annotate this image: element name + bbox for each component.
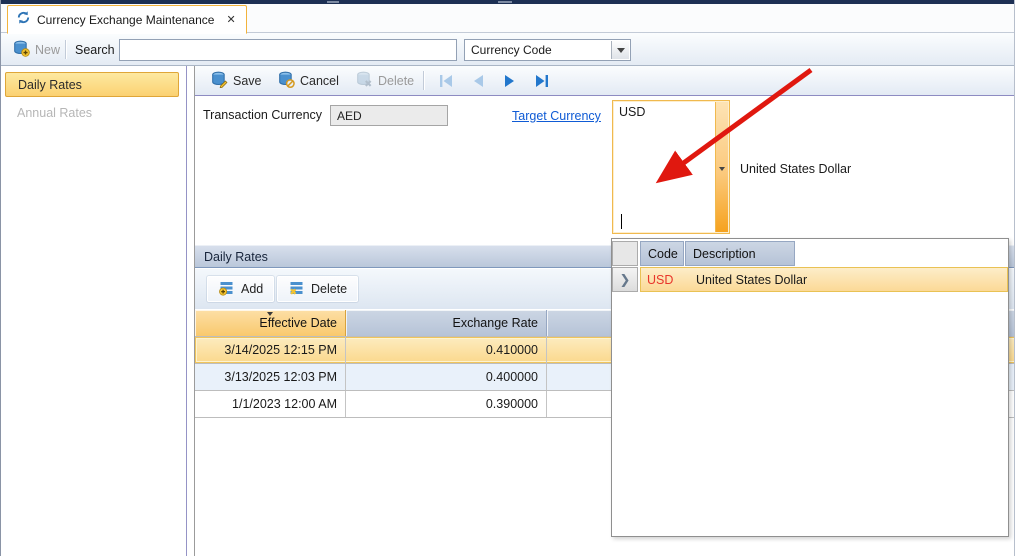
column-header-effective-date[interactable]: Effective Date bbox=[195, 310, 346, 336]
delete-button-label: Delete bbox=[311, 282, 347, 296]
search-label: Search bbox=[75, 43, 115, 57]
column-header-label: Code bbox=[648, 247, 678, 261]
popup-row-usd[interactable]: ❯ USD United States Dollar bbox=[612, 267, 1008, 292]
sidebar-item-annual-rates[interactable]: Annual Rates bbox=[5, 100, 179, 125]
effective-date-cell[interactable]: 3/14/2025 12:15 PM bbox=[195, 337, 346, 363]
sidebar-item-label: Daily Rates bbox=[18, 78, 82, 92]
popup-column-code[interactable]: Code bbox=[640, 241, 684, 266]
chevron-down-icon[interactable] bbox=[611, 41, 629, 59]
currency-code-cell[interactable]: USD bbox=[640, 273, 684, 287]
transaction-currency-value: AED bbox=[337, 109, 362, 123]
sidebar-item-daily-rates[interactable]: Daily Rates bbox=[5, 72, 179, 97]
column-header-label: Effective Date bbox=[259, 316, 337, 330]
add-row-button[interactable]: Add bbox=[207, 276, 274, 302]
sort-descending-icon bbox=[267, 312, 273, 316]
row-indicator-header bbox=[612, 241, 638, 266]
group-title: Daily Rates bbox=[204, 250, 268, 264]
cancel-button[interactable]: Cancel bbox=[272, 69, 345, 92]
sidebar: Daily Rates Annual Rates bbox=[1, 66, 187, 556]
target-currency-code: USD bbox=[619, 105, 645, 119]
effective-date-cell[interactable]: 3/13/2025 12:03 PM bbox=[195, 364, 346, 390]
save-button-label: Save bbox=[233, 74, 262, 88]
tab-close-icon[interactable]: ✕ bbox=[226, 13, 235, 26]
nav-last-button[interactable] bbox=[529, 70, 555, 92]
grid-delete-icon bbox=[288, 280, 305, 299]
currency-dropdown-popup: Code Description ❯ USD United States Dol… bbox=[611, 238, 1009, 537]
exchange-rate-cell[interactable]: 0.390000 bbox=[346, 391, 547, 417]
save-button[interactable]: Save bbox=[205, 69, 268, 92]
delete-button-label: Delete bbox=[378, 74, 414, 88]
transaction-currency-label: Transaction Currency bbox=[203, 108, 322, 122]
delete-button[interactable]: Delete bbox=[350, 69, 420, 92]
chevron-down-icon bbox=[719, 167, 725, 171]
column-header-exchange-rate[interactable]: Exchange Rate bbox=[346, 310, 547, 336]
popup-column-description[interactable]: Description bbox=[685, 241, 795, 266]
transaction-currency-field[interactable]: AED bbox=[330, 105, 448, 126]
database-cancel-icon bbox=[278, 71, 295, 91]
new-button[interactable]: New bbox=[7, 38, 66, 61]
window-edge-mark bbox=[327, 1, 339, 3]
target-currency-link[interactable]: Target Currency bbox=[512, 109, 601, 123]
search-filter-dropdown[interactable]: Currency Code bbox=[464, 39, 631, 61]
target-currency-combobox[interactable]: USD bbox=[612, 100, 730, 234]
currency-description-cell[interactable]: United States Dollar bbox=[684, 273, 807, 287]
nav-next-button[interactable] bbox=[497, 70, 523, 92]
database-save-icon bbox=[211, 71, 228, 91]
database-delete-icon bbox=[356, 71, 373, 91]
nav-first-button[interactable] bbox=[433, 70, 459, 92]
exchange-rate-cell[interactable]: 0.400000 bbox=[346, 364, 547, 390]
popup-header-row: Code Description bbox=[612, 241, 1008, 266]
document-tab-bar: Currency Exchange Maintenance ✕ bbox=[1, 4, 1015, 33]
cancel-button-label: Cancel bbox=[300, 74, 339, 88]
record-toolbar: Save Cancel bbox=[195, 66, 1015, 96]
window-edge-mark bbox=[498, 1, 512, 3]
nav-last-icon bbox=[534, 74, 550, 88]
search-filter-value: Currency Code bbox=[471, 43, 552, 57]
nav-next-icon bbox=[503, 74, 517, 88]
sidebar-item-label: Annual Rates bbox=[17, 106, 92, 120]
grid-add-icon bbox=[218, 280, 235, 299]
column-header-label: Exchange Rate bbox=[453, 316, 538, 330]
toolbar-separator bbox=[423, 71, 424, 90]
add-button-label: Add bbox=[241, 282, 263, 296]
nav-first-icon bbox=[438, 74, 454, 88]
database-new-icon bbox=[13, 40, 30, 60]
delete-row-button[interactable]: Delete bbox=[277, 276, 358, 302]
current-row-indicator-icon: ❯ bbox=[612, 267, 638, 292]
nav-previous-button[interactable] bbox=[465, 70, 491, 92]
new-button-label: New bbox=[35, 43, 60, 57]
currency-exchange-icon bbox=[16, 10, 31, 30]
effective-date-cell[interactable]: 1/1/2023 12:00 AM bbox=[195, 391, 346, 417]
text-caret bbox=[621, 214, 622, 229]
search-input[interactable] bbox=[119, 39, 457, 61]
tab-title: Currency Exchange Maintenance bbox=[37, 13, 214, 27]
column-header-label: Description bbox=[693, 247, 756, 261]
tab-currency-exchange-maintenance[interactable]: Currency Exchange Maintenance ✕ bbox=[7, 5, 247, 34]
combobox-dropdown-button[interactable] bbox=[715, 102, 728, 232]
nav-previous-icon bbox=[471, 74, 485, 88]
search-toolbar: New Search Currency Code bbox=[1, 33, 1015, 66]
exchange-rate-cell[interactable]: 0.410000 bbox=[346, 337, 547, 363]
currency-exchange-window: Currency Exchange Maintenance ✕ New Sear… bbox=[0, 0, 1015, 556]
target-currency-name: United States Dollar bbox=[740, 162, 851, 176]
toolbar-separator bbox=[65, 40, 66, 59]
